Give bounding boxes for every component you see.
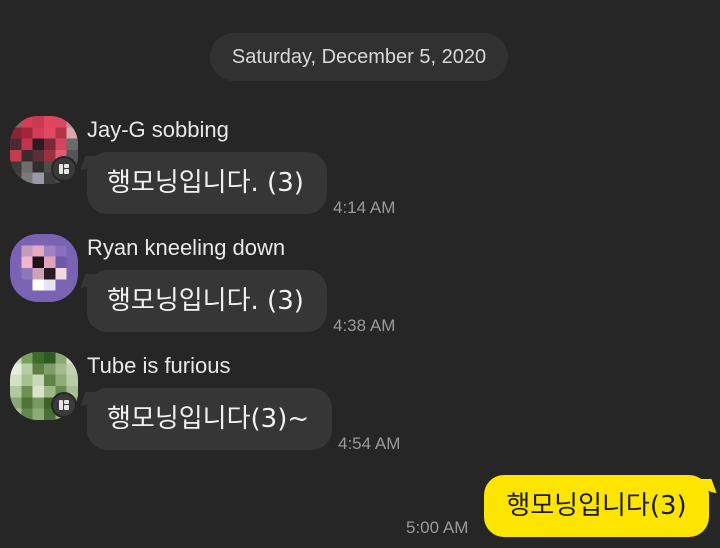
avatar-image (10, 234, 78, 302)
my-message-time: 5:00 AM (406, 518, 469, 537)
sender-name: Tube is furious (87, 353, 231, 378)
message-bubble[interactable]: 행모닝입니다. (3) (87, 152, 327, 214)
message-time: 4:38 AM (333, 316, 396, 335)
profile-badge-icon (51, 392, 77, 418)
avatar[interactable] (10, 234, 78, 302)
message-time: 4:14 AM (333, 198, 396, 217)
sender-name: Jay-G sobbing (87, 117, 229, 142)
date-divider: Saturday, December 5, 2020 (210, 33, 508, 81)
chat-room: Saturday, December 5, 2020 Jay-G sobbing… (0, 0, 720, 548)
message-bubble[interactable]: 행모닝입니다. (3) (87, 270, 327, 332)
profile-badge-icon (51, 156, 77, 182)
sender-name: Ryan kneeling down (87, 235, 286, 260)
message-bubble[interactable]: 행모닝입니다(3)~ (87, 388, 332, 450)
message-time: 4:54 AM (338, 434, 401, 453)
my-message-bubble[interactable]: 행모닝입니다(3) (484, 475, 709, 537)
